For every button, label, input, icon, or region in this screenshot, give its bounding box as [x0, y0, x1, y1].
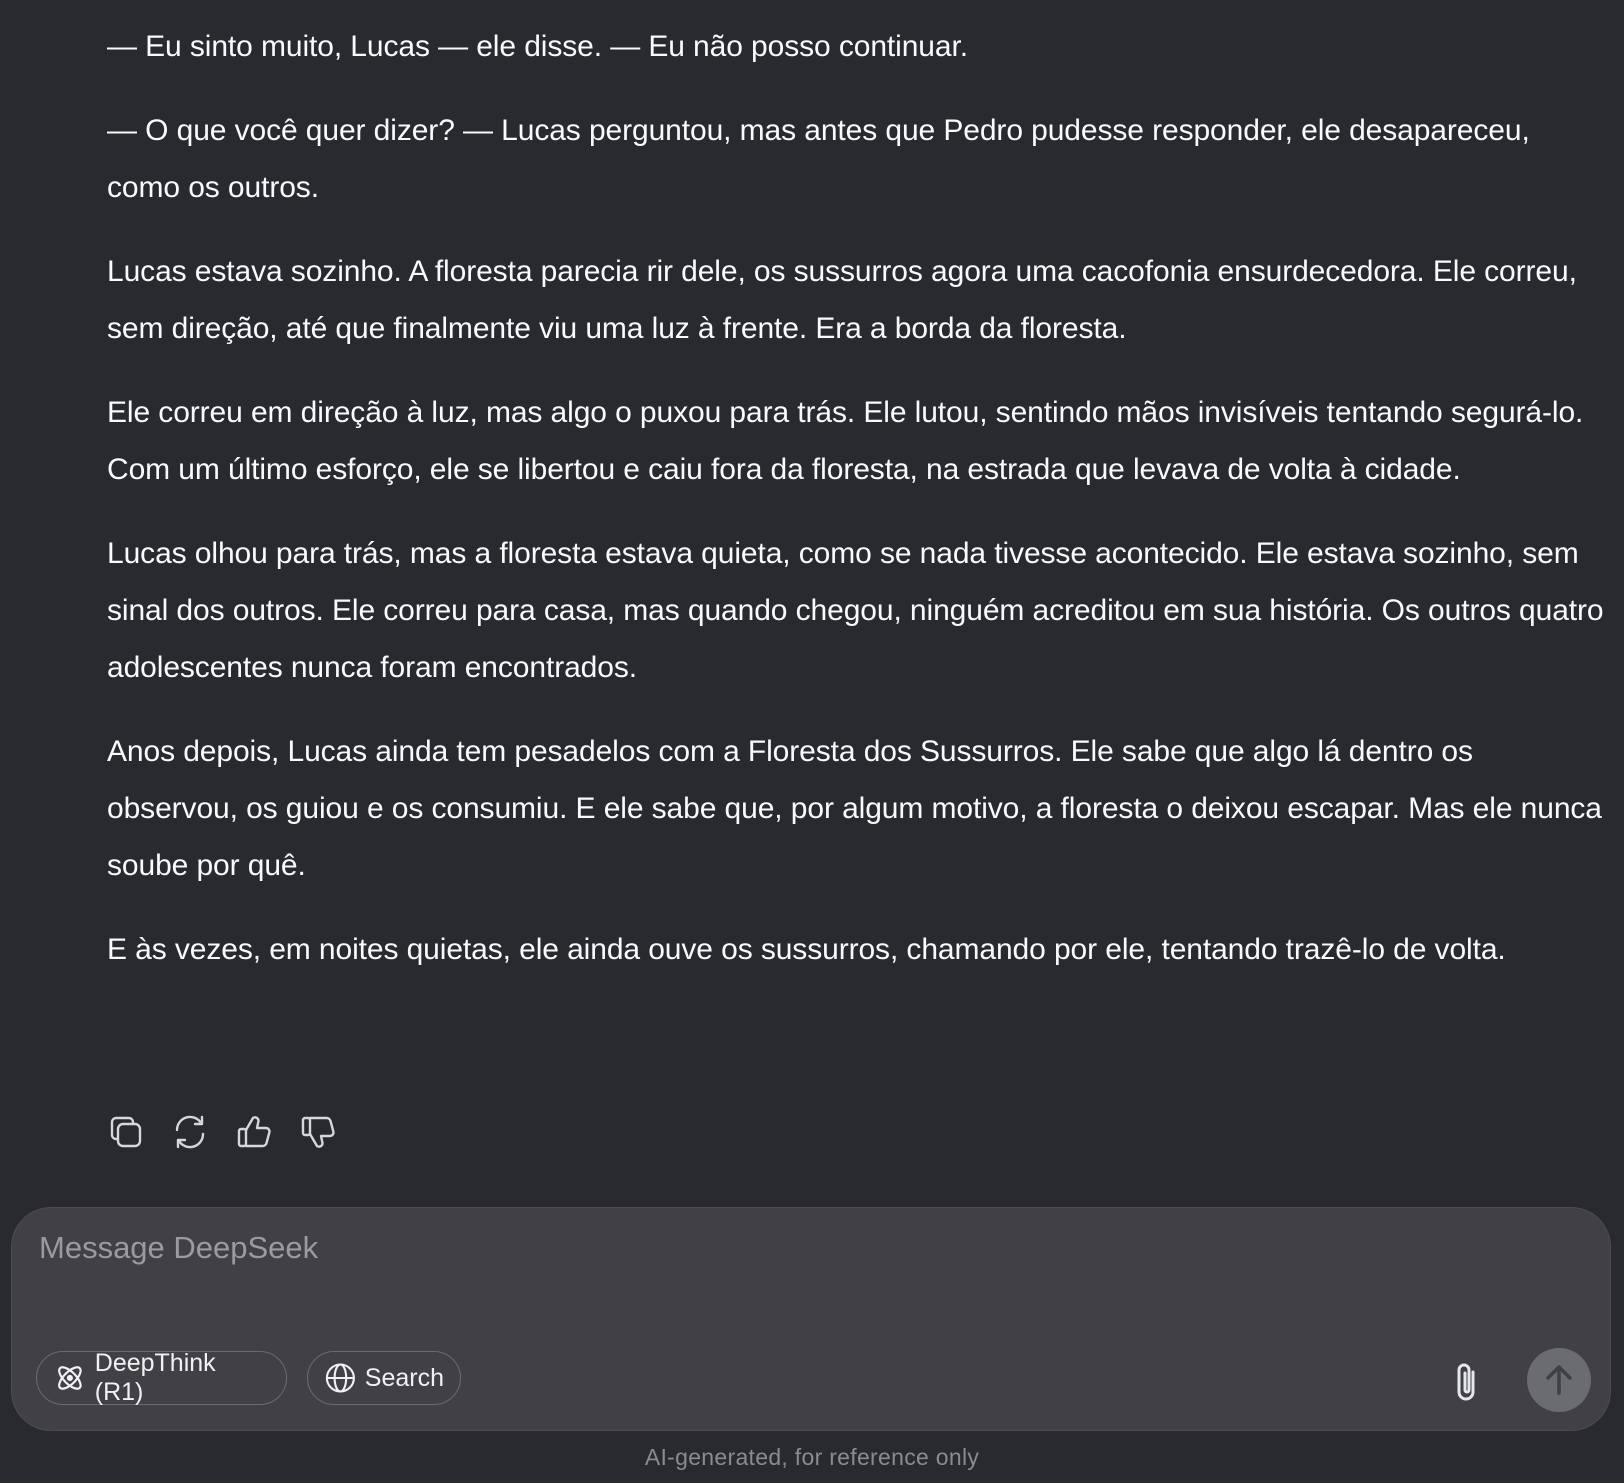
atom-icon: [58, 1366, 82, 1390]
message-actions: [107, 1113, 337, 1151]
disclaimer-text: AI-generated, for reference only: [644, 1444, 980, 1470]
send-button[interactable]: [1527, 1348, 1591, 1412]
copy-button[interactable]: [107, 1113, 145, 1151]
regenerate-icon: [175, 1115, 205, 1149]
message-paragraph: Anos depois, Lucas ainda tem pesadelos c…: [107, 735, 1602, 882]
message-paragraph: Lucas estava sozinho. A floresta parecia…: [107, 255, 1577, 345]
globe-icon: [325, 1363, 355, 1393]
message-paragraph: — Eu sinto muito, Lucas — ele disse. — E…: [107, 30, 968, 63]
message-paragraph: — O que você quer dizer? — Lucas pergunt…: [107, 114, 1530, 204]
message-paragraph: Lucas olhou para trás, mas a floresta es…: [107, 537, 1604, 684]
attach-button[interactable]: [1445, 1358, 1489, 1406]
search-label: Search: [364, 1363, 444, 1392]
copy-icon: [110, 1116, 142, 1148]
deepthink-toggle[interactable]: DeepThink (R1): [36, 1349, 287, 1406]
chat-page: — Eu sinto muito, Lucas — ele disse. — E…: [0, 0, 1624, 1483]
dislike-button[interactable]: [299, 1113, 337, 1151]
like-button[interactable]: [235, 1113, 273, 1151]
message-paragraph: E às vezes, em noites quietas, ele ainda…: [107, 933, 1506, 966]
assistant-message: — Eu sinto muito, Lucas — ele disse. — E…: [107, 18, 1607, 1005]
paperclip-icon: [1457, 1363, 1475, 1401]
arrow-up-icon: [1546, 1365, 1572, 1395]
message-input[interactable]: [39, 1230, 1559, 1290]
thumbs-up-icon: [237, 1116, 271, 1148]
message-composer: DeepThink (R1) Search: [11, 1207, 1611, 1431]
search-toggle[interactable]: Search: [307, 1351, 461, 1405]
deepthink-label: DeepThink (R1): [94, 1349, 216, 1406]
message-paragraph: Ele correu em direção à luz, mas algo o …: [107, 396, 1584, 486]
regenerate-button[interactable]: [171, 1113, 209, 1151]
thumbs-down-icon: [301, 1116, 335, 1148]
